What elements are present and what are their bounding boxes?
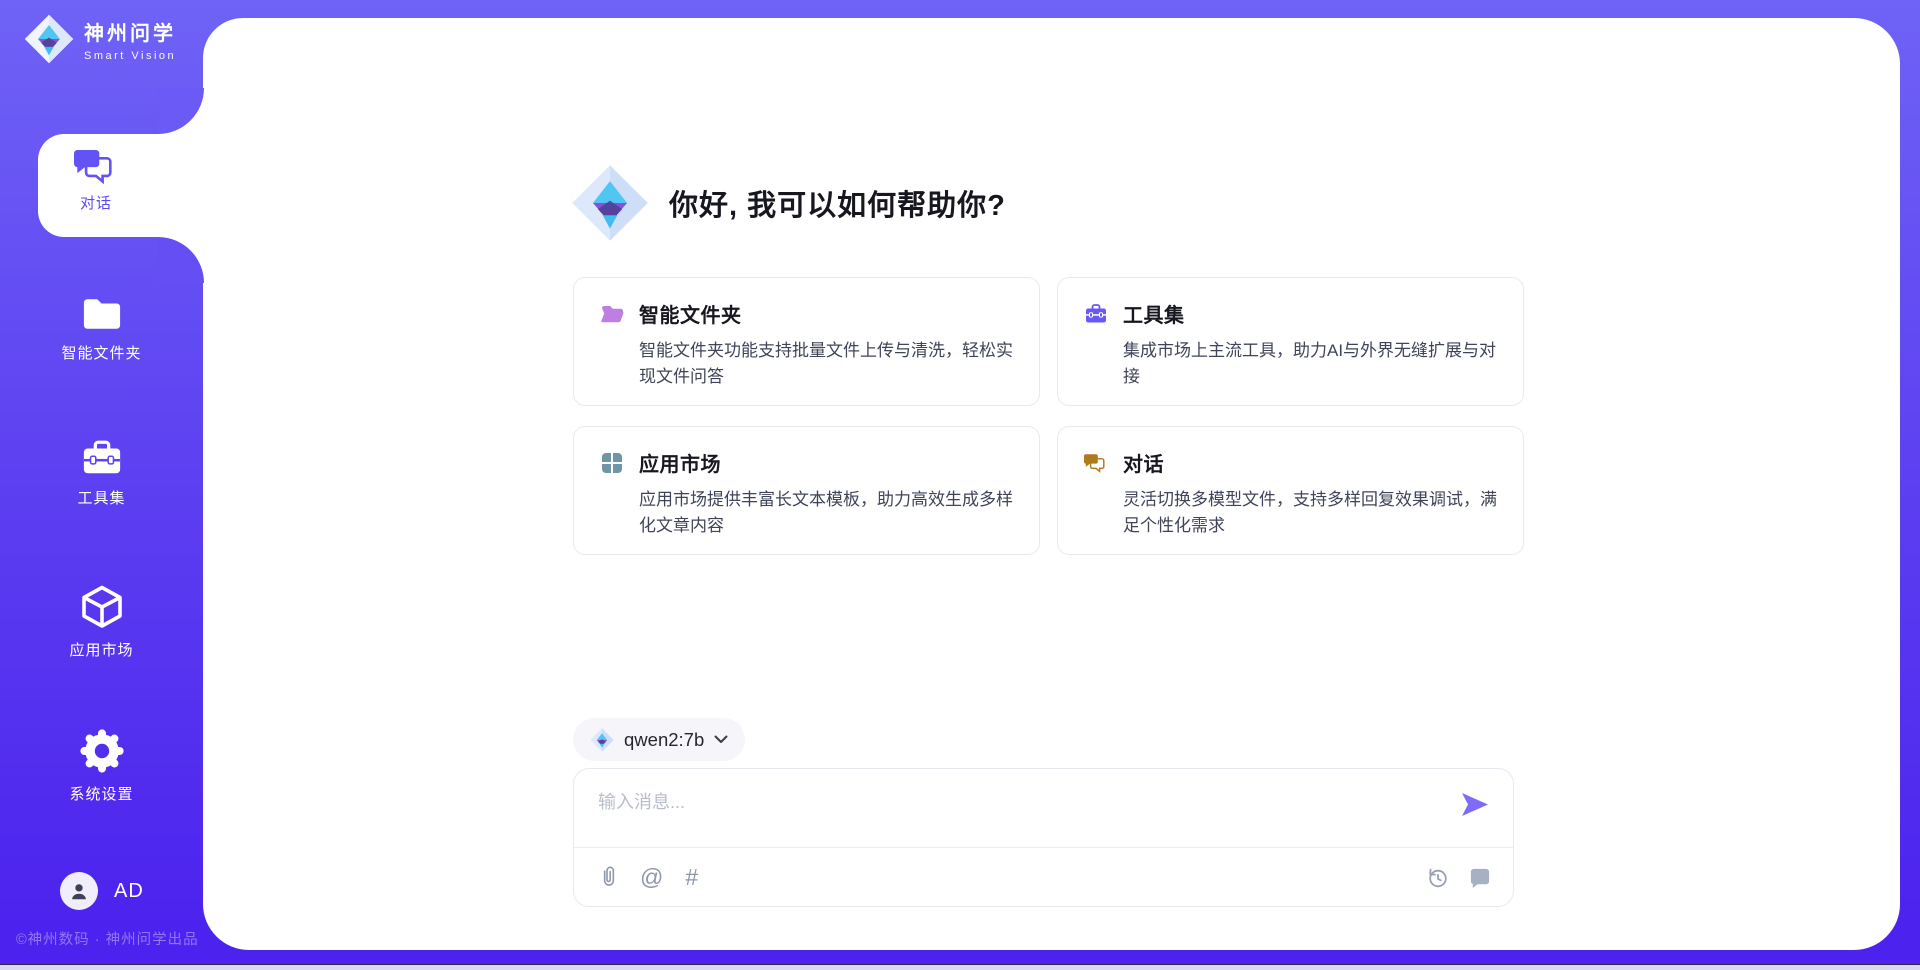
brand-logo: 神州问学 Smart Vision <box>24 14 176 64</box>
chat-bubbles-icon <box>74 147 118 185</box>
card-title: 应用市场 <box>639 448 721 477</box>
toolbox-icon <box>79 437 125 479</box>
feedback-button[interactable] <box>1468 866 1491 889</box>
card-description: 智能文件夹功能支持批量文件上传与清洗，轻松实现文件问答 <box>639 338 1021 389</box>
sidebar-item-settings[interactable]: 系统设置 <box>0 727 203 804</box>
card-app-market[interactable]: 应用市场 应用市场提供丰富长文本模板，助力高效生成多样化文章内容 <box>573 426 1040 555</box>
topic-button[interactable]: # <box>685 866 698 889</box>
card-toolset[interactable]: 工具集 集成市场上主流工具，助力AI与外界无缝扩展与对接 <box>1057 277 1524 406</box>
sidebar-item-smart-folder[interactable]: 智能文件夹 <box>0 294 203 363</box>
card-title: 智能文件夹 <box>639 299 742 328</box>
cube-icon <box>78 583 126 631</box>
window-bottom-strip <box>0 964 1920 970</box>
composer-toolbar: @ # <box>598 848 1491 906</box>
card-description: 集成市场上主流工具，助力AI与外界无缝扩展与对接 <box>1123 338 1505 389</box>
sidebar-item-chat[interactable]: 对话 <box>38 134 208 237</box>
brand-name: 神州问学 <box>84 17 176 46</box>
greeting-title: 你好, 我可以如何帮助你? <box>669 182 1006 224</box>
sidebar-item-toolset[interactable]: 工具集 <box>0 437 203 508</box>
history-icon <box>1425 865 1450 890</box>
mention-button[interactable]: @ <box>640 866 663 889</box>
user-name: AD <box>114 880 144 903</box>
card-smart-folder[interactable]: 智能文件夹 智能文件夹功能支持批量文件上传与清洗，轻松实现文件问答 <box>573 277 1040 406</box>
chevron-down-icon <box>714 735 728 744</box>
card-title: 工具集 <box>1123 299 1185 328</box>
sidebar-item-label: 对话 <box>80 192 112 213</box>
brand-subtitle: Smart Vision <box>84 50 176 62</box>
paperclip-icon <box>598 864 618 890</box>
card-description: 应用市场提供丰富长文本模板，助力高效生成多样化文章内容 <box>639 487 1021 538</box>
chat-bubbles-icon <box>1084 451 1108 475</box>
card-title: 对话 <box>1123 448 1164 477</box>
gear-icon <box>78 727 126 775</box>
sidebar-item-label: 系统设置 <box>69 783 133 804</box>
main-panel: 你好, 我可以如何帮助你? 智能文件夹 智能文件夹功能支持批量文件上传与清洗，轻… <box>203 18 1900 950</box>
sidebar-item-app-market[interactable]: 应用市场 <box>0 583 203 660</box>
model-name: qwen2:7b <box>624 729 704 751</box>
sidebar-item-label: 应用市场 <box>69 639 133 660</box>
greeting-block: 你好, 我可以如何帮助你? <box>571 164 1006 242</box>
copyright-text: ©神州数码 · 神州问学出品 <box>16 928 199 949</box>
send-button[interactable] <box>1459 791 1491 819</box>
at-icon: @ <box>640 866 663 889</box>
attach-button[interactable] <box>598 864 618 890</box>
folder-icon <box>79 294 125 334</box>
brand-diamond-icon <box>571 164 649 242</box>
card-description: 灵活切换多模型文件，支持多样回复效果调试，满足个性化需求 <box>1123 487 1505 538</box>
brand-diamond-icon <box>24 14 74 64</box>
model-diamond-icon <box>590 728 614 752</box>
message-composer: @ # <box>573 768 1514 907</box>
app-grid-icon <box>600 451 624 475</box>
history-button[interactable] <box>1425 865 1450 890</box>
feature-cards: 智能文件夹 智能文件夹功能支持批量文件上传与清洗，轻松实现文件问答 工具集 集成… <box>573 277 1524 555</box>
message-input[interactable] <box>598 787 1438 817</box>
sidebar-item-label: 智能文件夹 <box>61 342 141 363</box>
sidebar-item-label: 工具集 <box>77 487 125 508</box>
card-chat[interactable]: 对话 灵活切换多模型文件，支持多样回复效果调试，满足个性化需求 <box>1057 426 1524 555</box>
user-account[interactable]: AD <box>60 872 144 910</box>
hash-icon: # <box>685 866 698 889</box>
app-screen: 你好, 我可以如何帮助你? 智能文件夹 智能文件夹功能支持批量文件上传与清洗，轻… <box>0 0 1920 970</box>
chat-square-icon <box>1468 866 1491 889</box>
send-icon <box>1460 791 1490 818</box>
person-icon <box>68 880 90 902</box>
avatar <box>60 872 98 910</box>
toolbox-icon <box>1084 302 1108 326</box>
model-selector[interactable]: qwen2:7b <box>573 718 745 761</box>
folder-open-icon <box>600 302 624 326</box>
